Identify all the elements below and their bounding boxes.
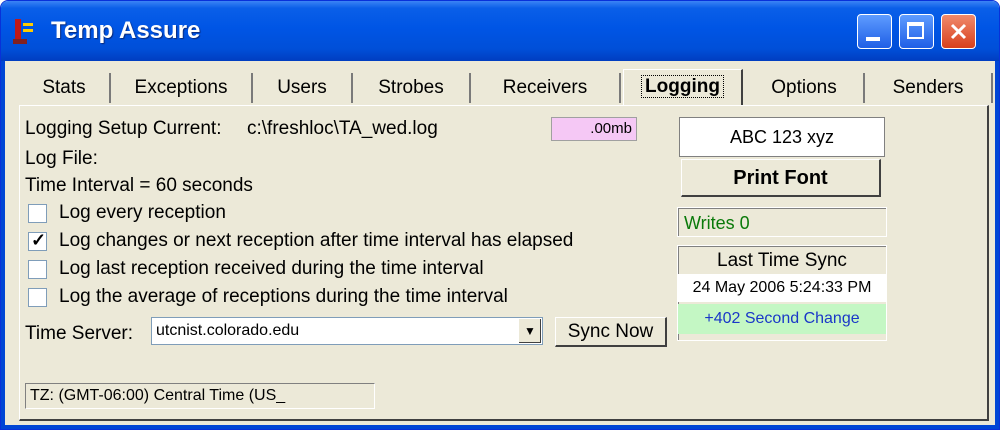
time-interval-text: Time Interval = 60 seconds bbox=[25, 175, 253, 196]
tab-label: Receivers bbox=[502, 77, 588, 98]
last-sync-date: 24 May 2006 5:24:33 PM bbox=[678, 274, 886, 302]
tab-stats[interactable]: Stats bbox=[19, 73, 111, 103]
tab-label: Logging bbox=[641, 75, 724, 98]
tab-label: Strobes bbox=[378, 77, 444, 98]
option-label: Log every reception bbox=[59, 202, 226, 223]
time-server-value: utcnist.colorado.edu bbox=[156, 322, 300, 339]
app-icon bbox=[13, 19, 33, 44]
time-server-select[interactable]: utcnist.colorado.edu ▼ bbox=[151, 317, 543, 345]
setup-path: c:\freshloc\TA_wed.log bbox=[247, 118, 438, 139]
checkbox-log-every[interactable] bbox=[28, 204, 47, 223]
tab-label: Exceptions bbox=[134, 77, 228, 98]
maximize-button[interactable] bbox=[899, 14, 934, 49]
tab-strip: Stats Exceptions Users Strobes Receivers… bbox=[19, 69, 994, 105]
checkbox-log-changes[interactable]: ✓ bbox=[28, 230, 47, 251]
frame-right bbox=[995, 61, 999, 429]
frame-left bbox=[1, 61, 5, 429]
option-label: Log changes or next reception after time… bbox=[59, 230, 574, 251]
tab-senders[interactable]: Senders bbox=[865, 73, 993, 103]
tab-label: Senders bbox=[892, 77, 964, 98]
title-bar[interactable]: Temp Assure bbox=[1, 1, 999, 61]
tab-users[interactable]: Users bbox=[253, 73, 353, 103]
tab-label: Stats bbox=[42, 77, 86, 98]
minimize-button[interactable] bbox=[857, 14, 892, 49]
close-icon bbox=[950, 23, 967, 40]
tab-logging[interactable]: Logging bbox=[623, 69, 743, 105]
setup-label: Logging Setup Current: bbox=[25, 118, 222, 139]
last-sync-title: Last Time Sync bbox=[717, 250, 847, 271]
tab-exceptions[interactable]: Exceptions bbox=[111, 73, 253, 103]
timezone-status: TZ: (GMT-06:00) Central Time (US_ bbox=[25, 383, 375, 409]
checkbox-log-average[interactable] bbox=[28, 288, 47, 307]
writes-counter: Writes 0 bbox=[677, 207, 887, 237]
tab-label: Users bbox=[277, 77, 327, 98]
minimize-icon bbox=[866, 37, 880, 41]
app-window: Temp Assure Stats Exceptions Users Strob… bbox=[0, 0, 1000, 430]
close-button[interactable] bbox=[941, 14, 976, 49]
option-label: Log last reception received during the t… bbox=[59, 258, 484, 279]
frame-bottom bbox=[1, 425, 999, 429]
checkbox-log-last[interactable] bbox=[28, 260, 47, 279]
chevron-down-icon[interactable]: ▼ bbox=[518, 319, 541, 343]
last-sync-panel: Last Time Sync 24 May 2006 5:24:33 PM +4… bbox=[677, 245, 887, 341]
log-file-label: Log File: bbox=[25, 148, 98, 169]
print-font-button[interactable]: Print Font bbox=[681, 159, 881, 197]
sync-now-button[interactable]: Sync Now bbox=[555, 317, 667, 347]
tab-options[interactable]: Options bbox=[745, 73, 865, 103]
maximize-icon bbox=[907, 22, 924, 39]
option-label: Log the average of receptions during the… bbox=[59, 286, 508, 307]
tab-strobes[interactable]: Strobes bbox=[353, 73, 471, 103]
window-title: Temp Assure bbox=[51, 17, 201, 44]
log-size-badge: .00mb bbox=[551, 117, 637, 141]
tab-receivers[interactable]: Receivers bbox=[471, 73, 621, 103]
time-server-label: Time Server: bbox=[25, 323, 134, 344]
checkmark-icon: ✓ bbox=[31, 230, 47, 250]
last-sync-change: +402 Second Change bbox=[678, 304, 886, 334]
font-sample: ABC 123 xyz bbox=[679, 117, 885, 157]
tab-label: Options bbox=[771, 77, 837, 98]
